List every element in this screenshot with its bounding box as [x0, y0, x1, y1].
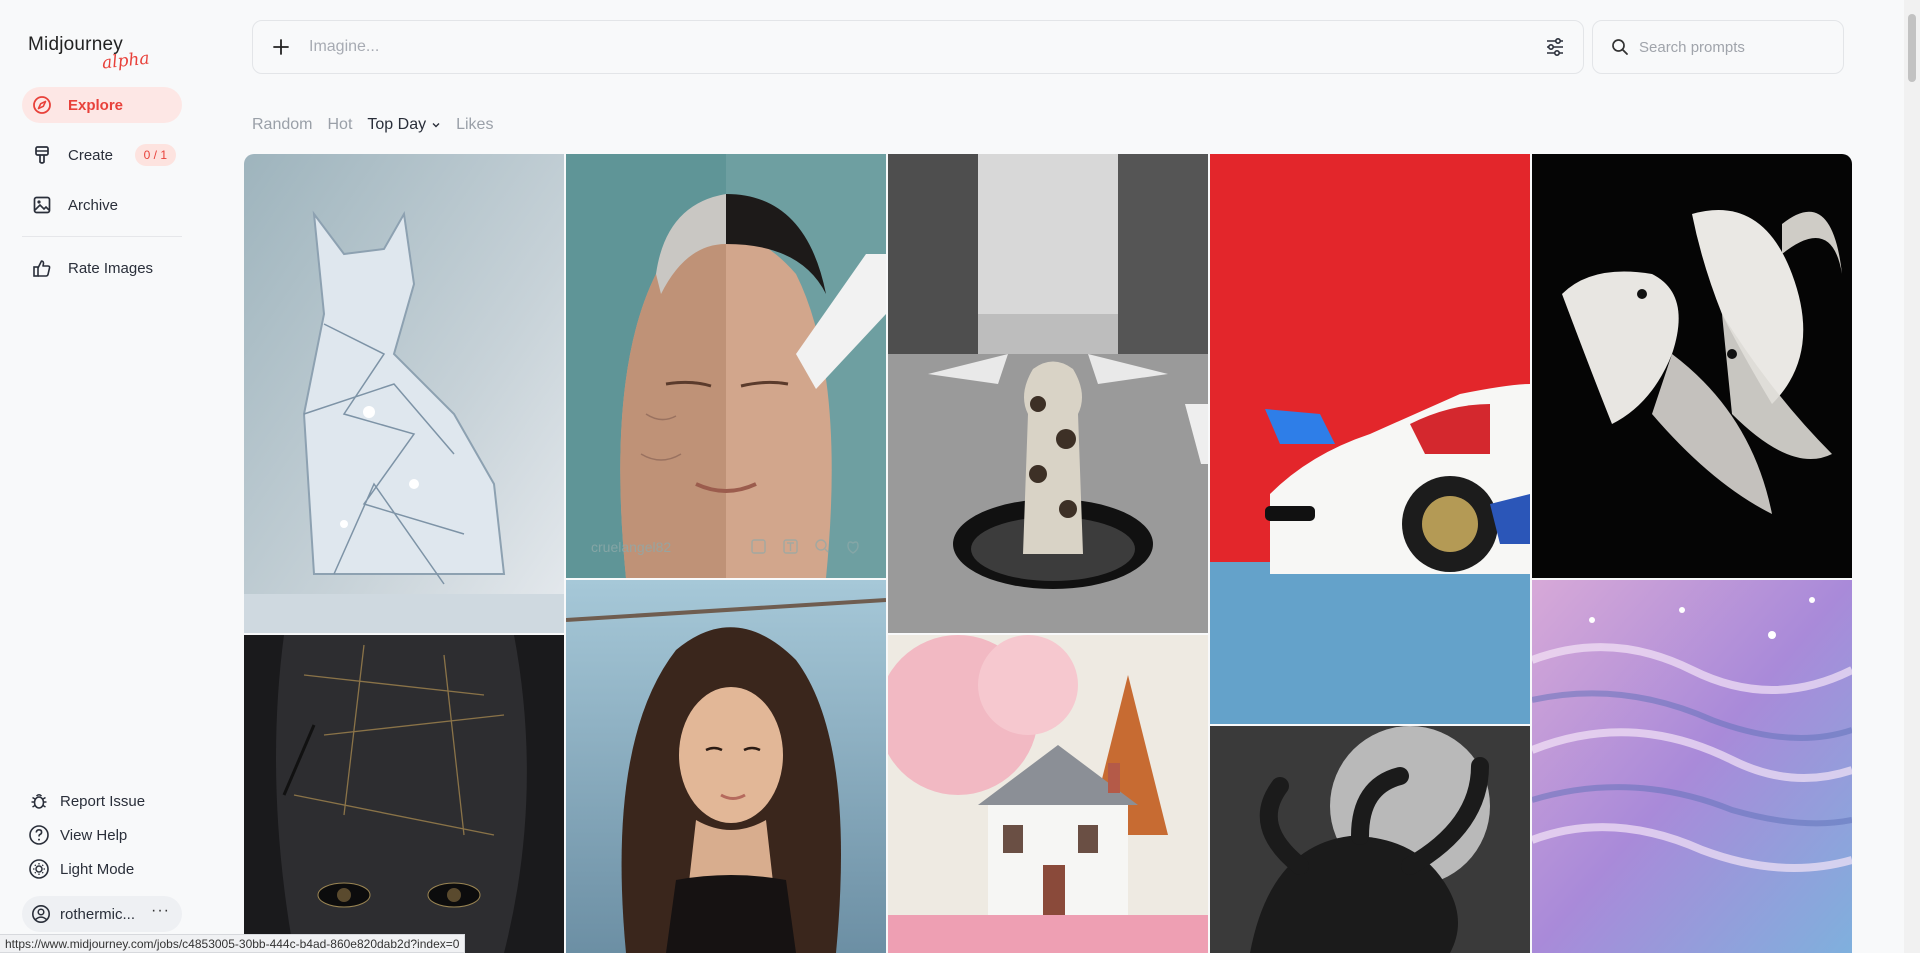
sidebar-item-label: Explore: [68, 96, 124, 114]
image-tile[interactable]: [1210, 726, 1530, 953]
tab-top-day[interactable]: Top Day: [367, 116, 441, 134]
octopus-moon-image: [1210, 726, 1530, 953]
sidebar-item-create[interactable]: Create 0 / 1: [22, 137, 182, 173]
sidebar-item-archive[interactable]: Archive: [22, 187, 182, 223]
settings-button[interactable]: [1527, 20, 1583, 74]
tab-hot[interactable]: Hot: [327, 116, 352, 134]
search-icon: [1612, 39, 1628, 55]
giraffe-street-image: [888, 154, 1208, 633]
footer-item-label: Light Mode: [60, 860, 135, 878]
woman-portrait-image: [566, 580, 886, 953]
report-issue-link[interactable]: Report Issue: [28, 790, 145, 812]
sidebar-item-explore[interactable]: Explore: [22, 87, 182, 123]
image-tile[interactable]: [244, 635, 564, 953]
chevron-down-icon: [432, 123, 440, 128]
create-quota-badge: 0 / 1: [134, 144, 176, 166]
footer-item-label: View Help: [60, 826, 128, 844]
logo-tag: alpha: [101, 48, 151, 74]
image-tile[interactable]: [888, 635, 1208, 953]
face-treatment-image: cruelangel82: [566, 154, 886, 578]
pink-water-image: [1532, 580, 1852, 953]
footer-item-label: Report Issue: [60, 792, 146, 810]
search-prompts-box: [1592, 20, 1844, 74]
help-icon: [28, 824, 50, 846]
sidebar-item-label: Archive: [68, 196, 119, 214]
sun-icon: [28, 858, 50, 880]
scrollbar-thumb[interactable]: [1908, 14, 1916, 82]
page-scrollbar[interactable]: [1904, 0, 1920, 953]
feed-tabs: Random Hot Top Day Likes: [252, 116, 493, 134]
image-tile[interactable]: [1210, 154, 1530, 724]
image-tile[interactable]: [888, 154, 1208, 633]
stone-face-image: [244, 635, 564, 953]
user-profile-button[interactable]: rothermic... ···: [22, 896, 182, 932]
image-tile[interactable]: [1532, 580, 1852, 953]
sidebar: Midjourney alpha Explore Create 0 / 1 Ar…: [0, 0, 200, 953]
thumbs-up-icon: [32, 258, 52, 278]
imagine-input[interactable]: [309, 38, 1527, 56]
image-tile[interactable]: [566, 580, 886, 953]
sidebar-divider: [22, 236, 182, 237]
sliders-icon: [1547, 37, 1563, 57]
cherry-blossom-house-image: [888, 635, 1208, 953]
brush-icon: [32, 145, 52, 165]
search-prompts-input[interactable]: [1639, 38, 1829, 56]
image-tile[interactable]: cruelangel82: [566, 154, 886, 578]
tab-random[interactable]: Random: [252, 116, 312, 134]
user-name: rothermic...: [60, 905, 136, 923]
midjourney-logo[interactable]: Midjourney alpha: [28, 34, 150, 73]
plus-icon: [273, 39, 289, 55]
add-image-button[interactable]: [253, 20, 309, 74]
sports-car-image: [1210, 154, 1530, 724]
imagine-bar: [252, 20, 1584, 74]
tab-likes[interactable]: Likes: [456, 116, 493, 134]
image-tile[interactable]: [1532, 154, 1852, 578]
sidebar-item-label: Create: [68, 146, 114, 164]
bug-icon: [28, 790, 50, 812]
hover-username: cruelangel82: [591, 539, 671, 555]
link-status-bar: https://www.midjourney.com/jobs/c4853005…: [0, 934, 466, 953]
betta-fish-image: [1532, 154, 1852, 578]
compass-icon: [32, 95, 52, 115]
image-icon: [32, 195, 52, 215]
crystal-cat-image: [244, 154, 564, 633]
user-avatar-icon: [30, 903, 52, 925]
sidebar-item-rate-images[interactable]: Rate Images: [22, 250, 182, 286]
view-help-link[interactable]: View Help: [28, 824, 127, 846]
tab-label: Top Day: [367, 116, 427, 133]
image-tile[interactable]: [244, 154, 564, 633]
more-options-icon[interactable]: ···: [151, 902, 170, 920]
sidebar-item-label: Rate Images: [68, 259, 154, 277]
light-mode-toggle[interactable]: Light Mode: [28, 858, 134, 880]
